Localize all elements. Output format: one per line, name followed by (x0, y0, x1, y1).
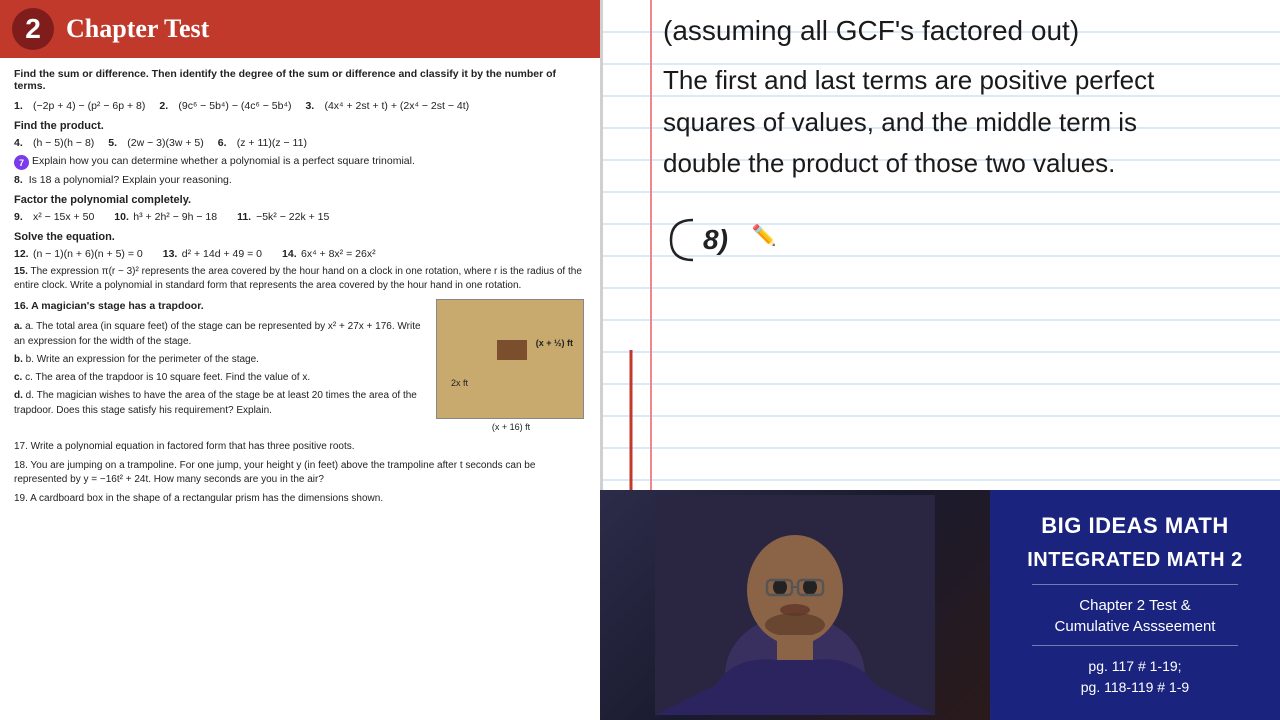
right-panel: (assuming all GCF's factored out) The fi… (600, 0, 1280, 720)
chapter-title: Chapter Test (66, 14, 209, 44)
gcf-text: (assuming all GCF's factored out) (663, 10, 1260, 52)
trap-inner (497, 340, 527, 360)
trap-bottom-label: 2x ft (451, 378, 468, 388)
pencil-icon: ✏️ (752, 225, 777, 247)
chapter-number: 2 (12, 8, 54, 50)
integrated-math-subtitle: INTEGRATED MATH 2 (1027, 549, 1243, 572)
notebook-section: (assuming all GCF's factored out) The fi… (600, 0, 1280, 490)
perfect-sq-text: The first and last terms are positive pe… (663, 60, 1260, 185)
problem-7-row: 7 Explain how you can determine whether … (14, 155, 586, 170)
problems-row-9-11: 9. x² − 15x + 50 10. h³ + 2h² − 9h − 18 … (14, 211, 586, 223)
problem-14: 14. 6x⁴ + 8x² = 26x² (282, 248, 376, 260)
problem-4: 4. (h − 5)(h − 8) (14, 137, 94, 149)
problems-row-4-6: 4. (h − 5)(h − 8) 5. (2w − 3)(3w + 5) 6.… (14, 137, 586, 149)
section-factor-label: Factor the polynomial completely. (14, 194, 586, 206)
problem-10: 10. h³ + 2h² − 9h − 18 (114, 211, 217, 223)
pencil-area: ✏️ (752, 223, 777, 248)
section-product-label: Find the product. (14, 120, 586, 132)
q8-bracket-label: 8) (663, 215, 736, 265)
info-box: BIG IDEAS MATH INTEGRATED MATH 2 Chapter… (990, 490, 1280, 720)
problem-9: 9. x² − 15x + 50 (14, 211, 94, 223)
problem-19: 19. A cardboard box in the shape of a re… (14, 492, 586, 506)
trap-box: (x + ½) ft 2x ft (436, 299, 584, 419)
problem-3: 3. (4x⁴ + 2st + t) + (2x⁴ − 2st − 4t) (305, 100, 469, 112)
chapter-subtitle: Chapter 2 Test &Cumulative Assseement (1055, 595, 1216, 637)
problem-8-text: Is 18 a polynomial? Explain your reasoni… (29, 174, 232, 186)
problem-1: 1. (−2p + 4) − (p² − 6p + 8) (14, 100, 145, 112)
left-content: Find the sum or difference. Then identif… (0, 58, 600, 516)
instructions-block-1: Find the sum or difference. Then identif… (14, 68, 586, 92)
problem-17: 17. Write a polynomial equation in facto… (14, 440, 586, 454)
info-divider-1 (1032, 584, 1238, 585)
problem-18: 18. You are jumping on a trampoline. For… (14, 459, 586, 487)
trap-caption: (x + 16) ft (436, 422, 586, 432)
person-silhouette (655, 495, 935, 715)
bottom-problems: 17. Write a polynomial equation in facto… (14, 440, 586, 506)
webcam-placeholder (600, 490, 990, 720)
circle-7: 7 (14, 155, 29, 170)
section-solve-label: Solve the equation. (14, 231, 586, 243)
page-ref: pg. 117 # 1-19;pg. 118-119 # 1-9 (1081, 656, 1189, 698)
problem-13: 13. d² + 14d + 49 = 0 (163, 248, 262, 260)
q8-notebook-area: 8) ✏️ (663, 215, 1260, 265)
info-divider-2 (1032, 645, 1238, 646)
chapter-header: 2 Chapter Test (0, 0, 600, 58)
problems-row-1: 1. (−2p + 4) − (p² − 6p + 8) 2. (9c⁶ − 5… (14, 100, 586, 112)
left-panel: 2 Chapter Test Find the sum or differenc… (0, 0, 600, 720)
problem-16-container: 16. A magician's stage has a trapdoor. a… (14, 299, 586, 432)
instructions-text-1: Find the sum or difference. Then identif… (14, 68, 586, 92)
bottom-row: BIG IDEAS MATH INTEGRATED MATH 2 Chapter… (600, 490, 1280, 720)
problem-7-text: Explain how you can determine whether a … (32, 155, 415, 167)
trap-formula: (x + ½) ft (536, 338, 573, 348)
problem-2: 2. (9c⁶ − 5b⁴) − (4c⁶ − 5b⁴) (159, 100, 291, 112)
problem-11: 11. −5k² − 22k + 15 (237, 211, 329, 223)
trapezoid-image: (x + ½) ft 2x ft (x + 16) ft (436, 299, 586, 432)
q8-bracket-svg (663, 215, 703, 265)
notebook-content: (assuming all GCF's factored out) The fi… (603, 0, 1280, 275)
problem-8-row: 8. Is 18 a polynomial? Explain your reas… (14, 174, 586, 186)
problem-6: 6. (z + 11)(z − 11) (218, 137, 307, 149)
big-ideas-math-title: BIG IDEAS MATH (1041, 512, 1228, 541)
problem-5: 5. (2w − 3)(3w + 5) (108, 137, 203, 149)
problem-12: 12. (n − 1)(n + 6)(n + 5) = 0 (14, 248, 143, 260)
problem-16-text: 16. A magician's stage has a trapdoor. a… (14, 299, 428, 432)
problems-row-12-14: 12. (n − 1)(n + 6)(n + 5) = 0 13. d² + 1… (14, 248, 586, 260)
problem-15: 15. The expression π(r − 3)² represents … (14, 265, 586, 293)
webcam-area (600, 490, 990, 720)
